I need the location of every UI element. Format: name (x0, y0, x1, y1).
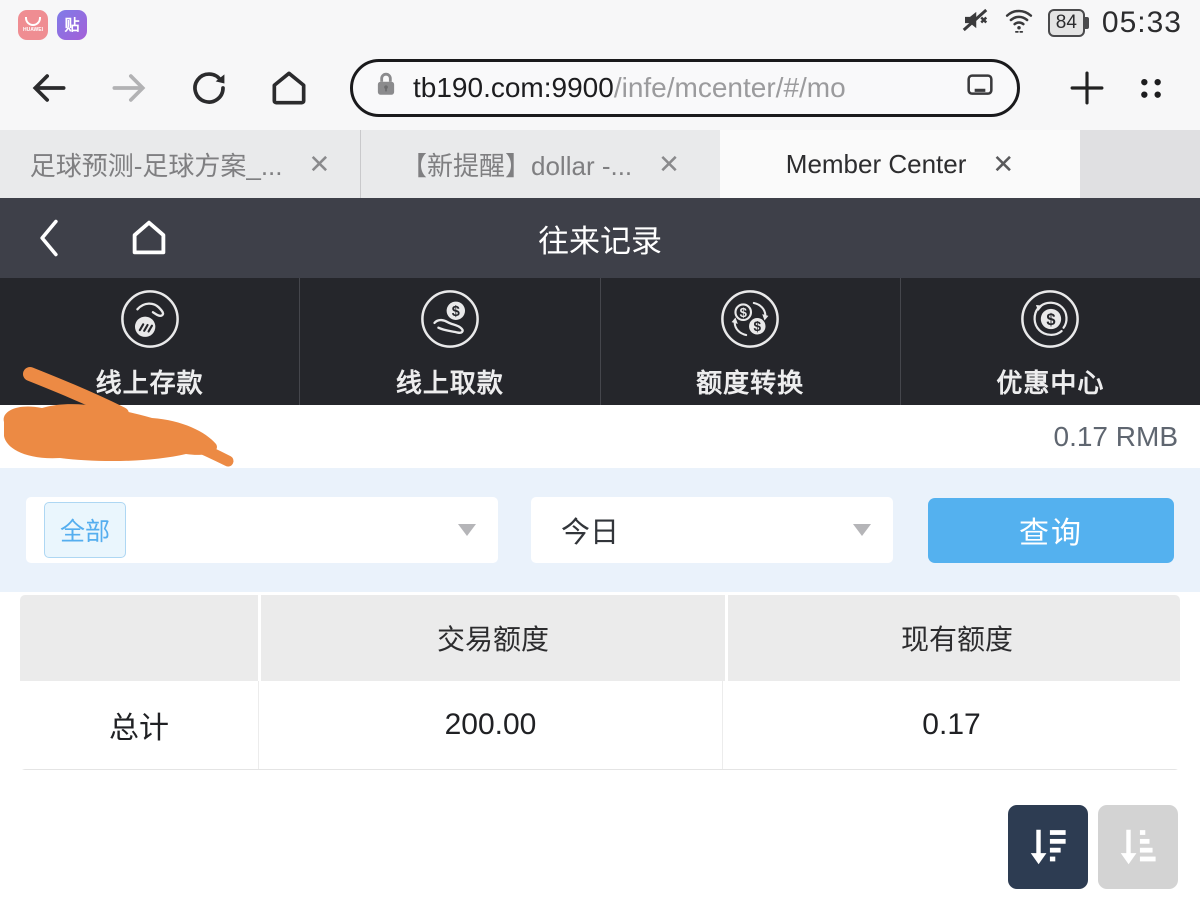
page-title: 往来记录 (0, 216, 1200, 261)
filter-bar: 全部 今日 查询 (0, 468, 1200, 592)
date-filter-selected: 今日 (561, 509, 619, 551)
new-tab-button[interactable] (1064, 65, 1110, 111)
tab-member-center[interactable]: Member Center ✕ (720, 130, 1080, 198)
tab-label: 【新提醒】dollar -... (401, 146, 632, 183)
type-filter-selected-chip: 全部 (44, 502, 126, 558)
status-indicators: 84 05:33 (960, 5, 1182, 40)
huawei-appgallery-icon: HUAWEI (18, 10, 48, 40)
battery-indicator: 84 (1048, 9, 1089, 37)
row-transaction-amount: 200.00 (258, 681, 722, 769)
url-text: tb190.com:9900/infe/mcenter/#/mo (413, 72, 963, 104)
mute-icon (960, 5, 990, 40)
svg-text:$: $ (740, 305, 748, 320)
svg-text:$: $ (1047, 310, 1056, 328)
close-icon[interactable]: ✕ (309, 151, 331, 177)
tab-label: Member Center (786, 149, 967, 180)
header-cell-transaction: 交易额度 (261, 595, 725, 681)
transfer-icon: $$ (719, 288, 781, 355)
sort-descending-button[interactable] (1008, 805, 1088, 889)
promo-icon: $ (1019, 288, 1081, 355)
page-header: 往来记录 (0, 198, 1200, 278)
summary-table: 交易额度 现有额度 总计 200.00 0.17 (20, 595, 1180, 770)
svg-text:$: $ (452, 304, 460, 320)
header-cell-current: 现有额度 (728, 595, 1180, 681)
url-path: /infe/mcenter/#/mo (614, 72, 846, 103)
sort-descending-icon (1025, 823, 1071, 871)
balance-amount: 0.17 RMB (1054, 421, 1179, 453)
back-chevron-button[interactable] (34, 216, 64, 260)
forward-button[interactable] (106, 65, 152, 111)
wifi-icon (1003, 5, 1035, 40)
desktop-mode-icon[interactable] (963, 69, 997, 106)
type-filter-dropdown[interactable]: 全部 (26, 497, 498, 563)
menu-label: 线上取款 (396, 363, 504, 400)
lock-icon (373, 70, 399, 105)
battery-level: 84 (1048, 9, 1085, 37)
back-button[interactable] (26, 65, 72, 111)
tab-strip-filler (1080, 130, 1200, 198)
battery-nub (1085, 17, 1089, 29)
header-cell-blank (20, 595, 258, 681)
home-button[interactable] (266, 65, 312, 111)
tab-strip: 足球预测-足球方案_... ✕ 【新提醒】dollar -... ✕ Membe… (0, 130, 1200, 198)
sort-ascending-icon (1115, 823, 1161, 871)
screen: HUAWEI 贴 84 05:33 (0, 0, 1200, 913)
tab-football[interactable]: 足球预测-足球方案_... ✕ (0, 130, 360, 198)
url-bar[interactable]: tb190.com:9900/infe/mcenter/#/mo (350, 59, 1020, 117)
menu-item-withdraw[interactable]: $ 线上取款 (300, 278, 600, 405)
menu-item-transfer[interactable]: $$ 额度转换 (601, 278, 901, 405)
deposit-icon (119, 288, 181, 355)
clock-text: 05:33 (1102, 6, 1182, 40)
tabs-menu-button[interactable] (1128, 65, 1174, 111)
row-label-total: 总计 (20, 681, 258, 769)
row-current-amount: 0.17 (722, 681, 1180, 769)
svg-text:$: $ (754, 319, 762, 334)
menu-label: 额度转换 (696, 363, 804, 400)
home-nav-button[interactable] (126, 215, 172, 261)
close-icon[interactable]: ✕ (992, 151, 1014, 177)
smile-glyph (25, 17, 41, 26)
browser-navbar: tb190.com:9900/infe/mcenter/#/mo (0, 45, 1200, 130)
query-button[interactable]: 查询 (928, 498, 1174, 563)
chevron-down-icon (458, 524, 476, 536)
huawei-label: HUAWEI (23, 28, 43, 33)
tab-label: 足球预测-足球方案_... (30, 146, 283, 183)
sort-ascending-button[interactable] (1098, 805, 1178, 889)
table-row: 总计 200.00 0.17 (20, 681, 1180, 770)
status-bar: HUAWEI 贴 84 05:33 (0, 0, 1200, 45)
orange-scribble-annotation (0, 358, 250, 473)
menu-label: 优惠中心 (996, 363, 1104, 400)
tieba-icon: 贴 (57, 10, 87, 40)
chevron-down-icon (853, 524, 871, 536)
content-area: 交易额度 现有额度 总计 200.00 0.17 (0, 592, 1200, 913)
refresh-button[interactable] (186, 65, 232, 111)
tab-dollar[interactable]: 【新提醒】dollar -... ✕ (360, 130, 720, 198)
withdraw-icon: $ (419, 288, 481, 355)
table-header-row: 交易额度 现有额度 (20, 595, 1180, 681)
sort-controls (1008, 805, 1178, 889)
close-icon[interactable]: ✕ (658, 151, 680, 177)
tieba-glyph: 贴 (64, 14, 79, 35)
url-host: tb190.com:9900 (413, 72, 614, 103)
notification-badges: HUAWEI 贴 (18, 6, 87, 40)
date-filter-dropdown[interactable]: 今日 (531, 497, 893, 563)
menu-item-promo[interactable]: $ 优惠中心 (901, 278, 1200, 405)
